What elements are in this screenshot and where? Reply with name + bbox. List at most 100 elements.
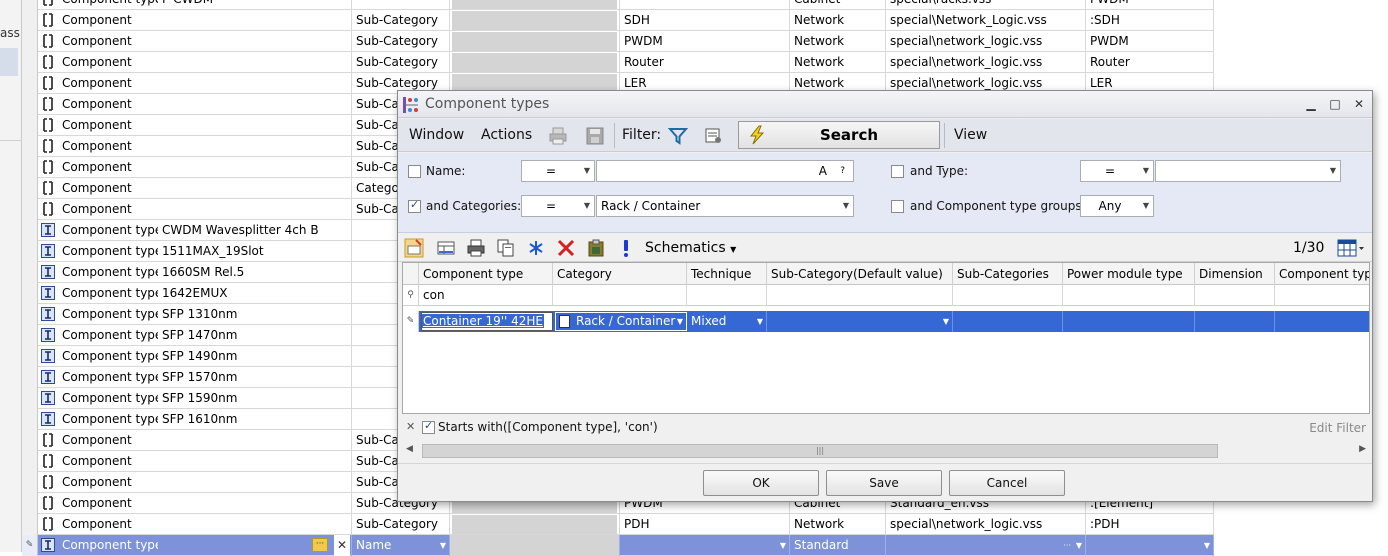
maximize-button[interactable]: □ (1326, 95, 1344, 113)
grid-row[interactable]: Component Sub-Category PWDM Network special\… (22, 31, 1214, 52)
column-header[interactable]: Component type (1275, 263, 1369, 285)
ellipsis-button[interactable]: ··· (312, 538, 328, 552)
row-indicator (22, 220, 38, 241)
print-icon[interactable] (548, 126, 568, 146)
filter-enabled-checkbox[interactable] (422, 419, 435, 434)
grid-options-icon[interactable] (1336, 238, 1366, 258)
category-filter-input[interactable] (553, 285, 687, 306)
horizontal-scrollbar[interactable]: ◀ ||| ▶ (402, 442, 1370, 460)
search-label: Search (819, 126, 879, 144)
type-checkbox[interactable] (891, 165, 904, 178)
filter-settings-icon[interactable] (704, 126, 724, 146)
name-checkbox[interactable] (408, 165, 421, 178)
wildcard-toggle[interactable]: ? (840, 161, 845, 181)
categories-operator-select[interactable]: = ▼ (521, 195, 595, 217)
grid-cell: Component (62, 454, 132, 468)
subcats-filter-input[interactable] (953, 285, 1063, 306)
table-row[interactable]: ✎ Container 19'' 42HE Rack / Container ▼ … (403, 311, 1369, 332)
grid-cell[interactable]: Standard (790, 535, 886, 556)
grid-cell: Network (790, 514, 886, 535)
power-filter-input[interactable] (1063, 285, 1195, 306)
cancel-button[interactable]: Cancel (949, 470, 1065, 496)
column-header[interactable]: Component type (419, 263, 553, 285)
exclamation-icon[interactable] (616, 238, 636, 258)
grid-cell: SFP 1610nm (158, 409, 352, 430)
funnel-icon[interactable] (668, 126, 688, 146)
scroll-left-icon[interactable]: ◀ (406, 444, 413, 454)
grid-cell[interactable]: Component type (58, 535, 158, 556)
category-cell-select[interactable]: Rack / Container ▼ (555, 312, 687, 331)
column-header[interactable]: Technique (687, 263, 767, 285)
schematics-menu[interactable]: Schematics ▼ (645, 240, 736, 256)
grid-cell[interactable]: ▼ (1086, 535, 1214, 556)
save-button[interactable]: Save (826, 470, 942, 496)
clear-filter-icon[interactable]: ✕ (406, 420, 415, 433)
groups-select[interactable]: Any ▼ (1080, 195, 1154, 217)
categories-checkbox[interactable] (408, 198, 421, 213)
technique-cell[interactable]: Mixed ▼ (687, 311, 767, 332)
grid-cell[interactable]: ··· ▼ (886, 535, 1086, 556)
name-input[interactable]: A ? (596, 160, 854, 182)
dimension-cell[interactable] (1195, 311, 1275, 332)
grid-row[interactable]: Component Sub-Category PDH Network special\n… (22, 514, 1214, 535)
component-type-2-cell[interactable] (1275, 311, 1369, 332)
dialog-titlebar[interactable]: Component types ▁ □ ✕ (398, 91, 1372, 118)
grid-cell[interactable]: Name ▼ (352, 535, 450, 556)
categories-select[interactable]: Rack / Container ▼ (596, 195, 854, 217)
case-toggle[interactable]: A (819, 161, 827, 181)
new-row[interactable]: ✎ Component type ··· ✕ Name ▼ ▼ Standard ··· ▼ ▼ (22, 535, 1214, 556)
column-header[interactable]: Sub-Categories (953, 263, 1063, 285)
subcat-default-cell[interactable]: ▼ (767, 311, 953, 332)
subcat-filter-input[interactable] (767, 285, 953, 306)
new-record-icon[interactable] (404, 238, 424, 258)
grid-row[interactable]: Component Sub-Category Router Network specia… (22, 52, 1214, 73)
clear-icon[interactable]: ✕ (334, 535, 350, 556)
edit-row-icon: ✎ (403, 311, 419, 332)
snowflake-icon[interactable] (526, 238, 546, 258)
column-header[interactable]: Sub-Category(Default value) (767, 263, 953, 285)
copy-icon[interactable] (496, 238, 516, 258)
print-icon[interactable] (466, 238, 486, 258)
delete-icon[interactable] (556, 238, 576, 258)
menu-window[interactable]: Window (409, 127, 464, 143)
scroll-right-icon[interactable]: ▶ (1359, 444, 1366, 454)
grid-cell[interactable]: ▼ (620, 535, 790, 556)
save-icon[interactable] (585, 126, 605, 146)
column-header[interactable]: Category (553, 263, 687, 285)
column-header[interactable]: Dimension (1195, 263, 1275, 285)
technique-filter-input[interactable] (687, 285, 767, 306)
type-select[interactable]: ▼ (1155, 160, 1341, 182)
scroll-thumb[interactable]: ||| (422, 444, 1218, 458)
column-header[interactable]: Power module type (1063, 263, 1195, 285)
component-type-cell-editor[interactable]: Container 19'' 42HE (421, 312, 553, 331)
groups-checkbox[interactable] (891, 200, 904, 213)
close-button[interactable]: ✕ (1350, 95, 1368, 113)
grid-cell: special\network_logic.vss (886, 52, 1086, 73)
table-layout-icon[interactable] (436, 238, 456, 258)
menu-view[interactable]: View (954, 127, 987, 143)
filter-row: ⚲ con (403, 285, 1369, 306)
grid-cell: Component (62, 475, 132, 489)
search-button[interactable]: Search (738, 121, 940, 149)
grid-cell: Component type (62, 307, 158, 321)
name-operator-select[interactable]: = ▼ (521, 160, 595, 182)
grid-row[interactable]: Component Sub-Category SDH Network special\N… (22, 10, 1214, 31)
edit-filter-link[interactable]: Edit Filter (1309, 421, 1366, 435)
ctype-filter-input[interactable] (1275, 285, 1369, 306)
menu-separator (944, 123, 945, 148)
grid-row[interactable]: Component typeP-CWDM Cabinetspecial\racks… (22, 0, 1214, 10)
grid-cell: Component (62, 13, 132, 27)
ok-button[interactable]: OK (703, 470, 819, 496)
edit-row-icon: ✎ (22, 535, 38, 556)
minimize-button[interactable]: ▁ (1302, 95, 1320, 113)
grid-cell (158, 31, 352, 52)
type-operator-select[interactable]: = ▼ (1080, 160, 1154, 182)
subcategories-cell[interactable] (953, 311, 1063, 332)
power-module-cell[interactable] (1063, 311, 1195, 332)
grid-cell[interactable] (450, 535, 620, 556)
dimension-filter-input[interactable] (1195, 285, 1275, 306)
grid-cell: Component type (62, 223, 158, 237)
component-type-filter-input[interactable]: con (419, 285, 553, 306)
menu-actions[interactable]: Actions (481, 127, 532, 143)
clipboard-icon[interactable] (586, 238, 606, 258)
